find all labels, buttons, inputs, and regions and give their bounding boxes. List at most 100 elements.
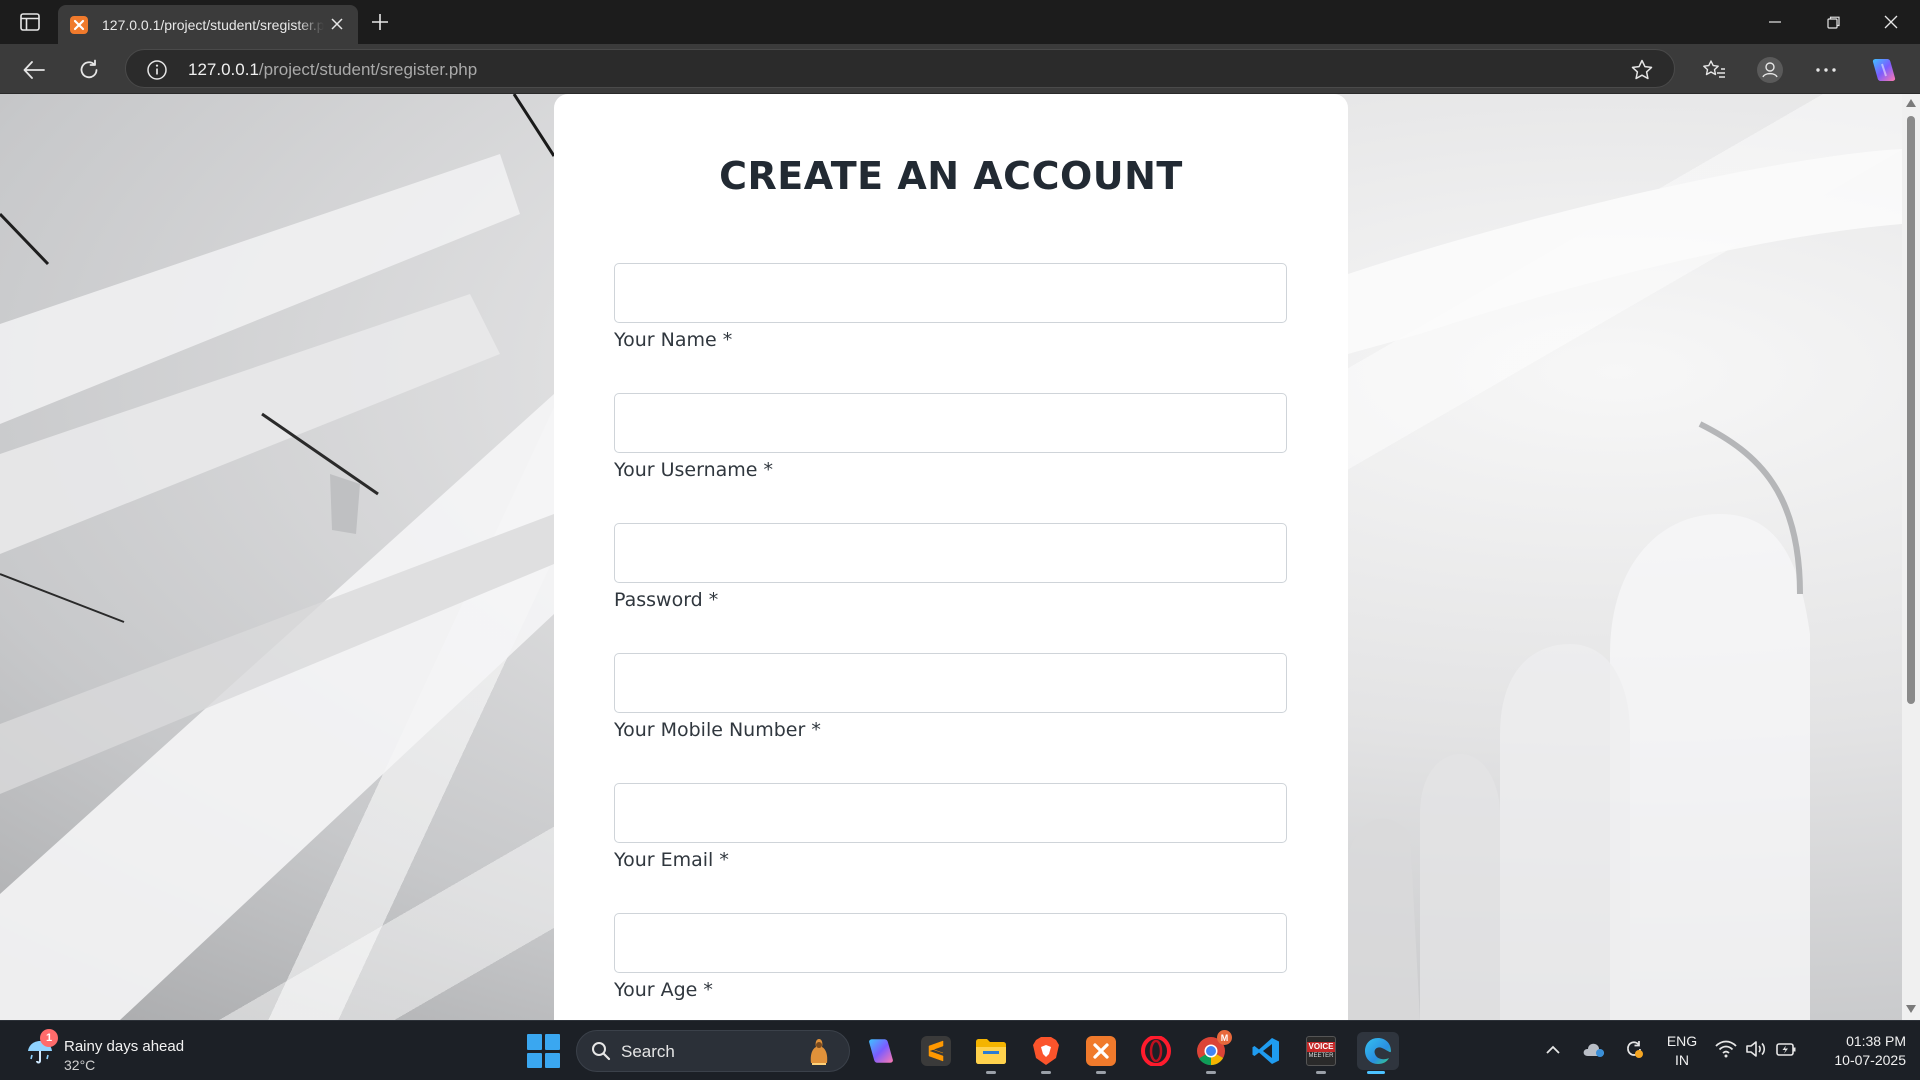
- search-highlight-icon: [810, 1039, 828, 1065]
- browser-tab[interactable]: 127.0.0.1/project/student/sregister.php: [58, 5, 358, 44]
- sublime-text-icon: [921, 1036, 951, 1066]
- weather-widget[interactable]: 1 Rainy days ahead 32°C: [22, 1029, 202, 1073]
- taskbar-app-copilot[interactable]: [862, 1032, 900, 1070]
- close-icon: [1884, 15, 1898, 29]
- taskbar-app-sublime-text[interactable]: [917, 1032, 955, 1070]
- plus-icon: [372, 14, 388, 30]
- name-label: Your Name *: [614, 329, 733, 351]
- new-tab-button[interactable]: [366, 8, 394, 36]
- copilot-button[interactable]: [1868, 54, 1900, 86]
- battery-charging-icon: [1776, 1043, 1796, 1056]
- address-bar[interactable]: 127.0.0.1/project/student/sregister.php: [125, 49, 1675, 88]
- search-label: Search: [621, 1042, 675, 1061]
- windows-logo-icon: [527, 1034, 542, 1050]
- tab-actions-button[interactable]: [16, 8, 44, 36]
- tab-close-button[interactable]: [328, 15, 346, 33]
- window-close-button[interactable]: [1862, 0, 1920, 44]
- sidebar-icon: [20, 13, 40, 31]
- running-indicator: [1316, 1071, 1326, 1074]
- start-button[interactable]: [526, 1033, 562, 1069]
- taskbar-app-file-explorer[interactable]: [972, 1032, 1010, 1074]
- windows-taskbar: 1 Rainy days ahead 32°C Search M VOICE M…: [0, 1020, 1920, 1080]
- email-label: Your Email *: [614, 849, 729, 871]
- mobile-number-input[interactable]: [614, 653, 1287, 713]
- taskbar-app-xampp[interactable]: [1082, 1032, 1120, 1074]
- username-input[interactable]: [614, 393, 1287, 453]
- language-region: IN: [1675, 1052, 1689, 1068]
- taskbar-app-edge[interactable]: [1357, 1032, 1399, 1074]
- mobile-number-label: Your Mobile Number *: [614, 719, 821, 741]
- tray-wifi[interactable]: [1714, 1037, 1738, 1061]
- taskbar-app-voicemeeter[interactable]: VOICE MEETER: [1302, 1032, 1340, 1074]
- copilot-icon: [1872, 59, 1896, 81]
- profile-avatar-icon: [1757, 57, 1783, 83]
- chrome-profile-badge: M: [1217, 1030, 1232, 1045]
- brave-lion-icon: [1033, 1037, 1059, 1065]
- age-label: Your Age *: [614, 979, 713, 1001]
- language-indicator[interactable]: ENG IN: [1662, 1032, 1702, 1070]
- voicemeeter-icon-bottom-text: MEETER: [1308, 1052, 1334, 1059]
- scroll-down-button[interactable]: [1906, 1004, 1916, 1014]
- profile-button[interactable]: [1754, 54, 1786, 86]
- taskbar-app-brave[interactable]: [1027, 1032, 1065, 1074]
- password-field-group: Password *: [614, 523, 1287, 611]
- active-indicator: [1367, 1071, 1385, 1074]
- tray-update[interactable]: [1622, 1037, 1646, 1061]
- taskbar-app-vscode[interactable]: [1247, 1032, 1285, 1070]
- clock-time: 01:38 PM: [1846, 1033, 1906, 1049]
- favorite-star-icon[interactable]: [1630, 58, 1654, 82]
- chevron-up-icon: [1546, 1045, 1560, 1054]
- age-input[interactable]: [614, 913, 1287, 973]
- favorites-list-icon: [1703, 60, 1725, 78]
- xampp-favicon-icon: [70, 15, 88, 34]
- tray-volume[interactable]: [1744, 1037, 1768, 1061]
- page-title: CREATE AN ACCOUNT: [719, 154, 1183, 198]
- weather-temperature: 32°C: [64, 1057, 96, 1073]
- weather-notification-badge: 1: [40, 1029, 58, 1047]
- sync-refresh-icon: [1627, 1041, 1643, 1058]
- settings-more-button[interactable]: [1810, 54, 1842, 86]
- username-field-group: Your Username *: [614, 393, 1287, 481]
- taskbar-search-box[interactable]: Search: [576, 1030, 850, 1072]
- browser-toolbar: 127.0.0.1/project/student/sregister.php: [0, 44, 1920, 94]
- url-host: 127.0.0.1: [188, 60, 259, 79]
- scroll-down-arrow-icon: [1906, 1005, 1916, 1013]
- edge-icon: [1365, 1038, 1391, 1064]
- site-info-icon[interactable]: [146, 59, 168, 81]
- windows-logo-icon-part: [545, 1052, 560, 1068]
- volume-icon: [1746, 1041, 1766, 1057]
- favorites-button[interactable]: [1698, 54, 1730, 86]
- weather-title: Rainy days ahead: [64, 1038, 185, 1055]
- refresh-icon: [80, 59, 98, 79]
- tray-cloud-sync[interactable]: [1582, 1037, 1606, 1061]
- mobile-field-group: Your Mobile Number *: [614, 653, 1287, 741]
- back-arrow-icon: [23, 61, 45, 79]
- password-input[interactable]: [614, 523, 1287, 583]
- system-clock[interactable]: 01:38 PM 10-07-2025: [1810, 1032, 1906, 1070]
- password-label: Password *: [614, 589, 719, 611]
- page-scrollbar[interactable]: [1902, 94, 1920, 1020]
- show-hidden-icons-button[interactable]: [1541, 1037, 1565, 1061]
- name-input[interactable]: [614, 263, 1287, 323]
- windows-logo-icon-part: [527, 1052, 542, 1068]
- tray-battery[interactable]: [1774, 1037, 1798, 1061]
- scroll-up-button[interactable]: [1906, 98, 1916, 108]
- url-text[interactable]: 127.0.0.1/project/student/sregister.php: [188, 60, 477, 80]
- taskbar-app-chrome[interactable]: M: [1192, 1030, 1232, 1074]
- language-code: ENG: [1666, 1033, 1698, 1049]
- xampp-icon: [1086, 1036, 1116, 1066]
- restore-button[interactable]: [1804, 0, 1862, 44]
- scrollbar-thumb[interactable]: [1907, 116, 1915, 704]
- minimize-button[interactable]: [1746, 0, 1804, 44]
- cloud-icon: [1583, 1043, 1604, 1057]
- wifi-icon: [1715, 1040, 1737, 1058]
- email-input[interactable]: [614, 783, 1287, 843]
- opera-icon: [1141, 1036, 1171, 1066]
- taskbar-app-opera[interactable]: [1137, 1032, 1175, 1070]
- windows-logo-icon-part: [545, 1034, 560, 1050]
- scroll-up-arrow-icon: [1906, 99, 1916, 107]
- refresh-button[interactable]: [73, 54, 105, 86]
- back-button[interactable]: [18, 54, 50, 86]
- copilot-icon: [869, 1039, 893, 1063]
- running-indicator: [1206, 1071, 1216, 1074]
